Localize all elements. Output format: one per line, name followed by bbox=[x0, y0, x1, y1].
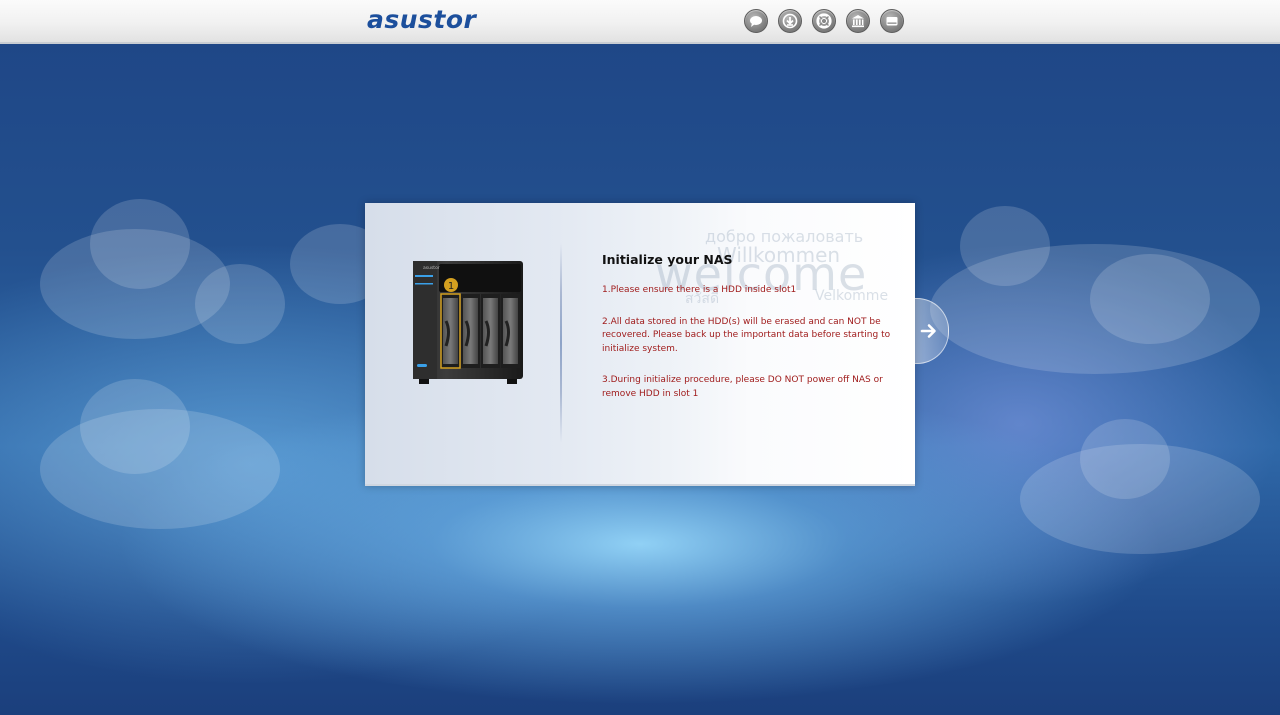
dialog-divider bbox=[560, 243, 562, 443]
dialog-title: Initialize your NAS bbox=[602, 252, 733, 267]
step-3-text: 3.During initialize procedure, please DO… bbox=[602, 375, 883, 399]
initialize-nas-dialog: добро пожаловать Willkommen welcome Velk… bbox=[365, 203, 915, 486]
instruction-steps: 1.Please ensure there is a HDD inside sl… bbox=[602, 284, 902, 419]
cloud-shape bbox=[1020, 444, 1260, 554]
header-icon-toolbar bbox=[744, 9, 904, 33]
top-header-bar: asustor bbox=[0, 0, 1280, 44]
asustor-logo: asustor bbox=[367, 5, 477, 34]
nas-device-illustration: 1 asustor bbox=[413, 261, 523, 384]
help-lifebuoy-icon[interactable] bbox=[812, 9, 836, 33]
chat-icon[interactable] bbox=[744, 9, 768, 33]
slot-number-badge: 1 bbox=[448, 281, 454, 292]
storage-drive-icon[interactable] bbox=[880, 9, 904, 33]
step-2-text: 2.All data stored in the HDD(s) will be … bbox=[602, 316, 891, 354]
step-1-text: 1.Please ensure there is a HDD inside sl… bbox=[602, 285, 797, 295]
cloud-shape bbox=[195, 264, 285, 344]
cloud-shape bbox=[930, 244, 1260, 374]
download-icon[interactable] bbox=[778, 9, 802, 33]
device-brand-label: asustor bbox=[423, 265, 440, 271]
arrow-right-icon bbox=[920, 324, 936, 338]
bank-icon[interactable] bbox=[846, 9, 870, 33]
cloud-shape bbox=[40, 409, 280, 529]
